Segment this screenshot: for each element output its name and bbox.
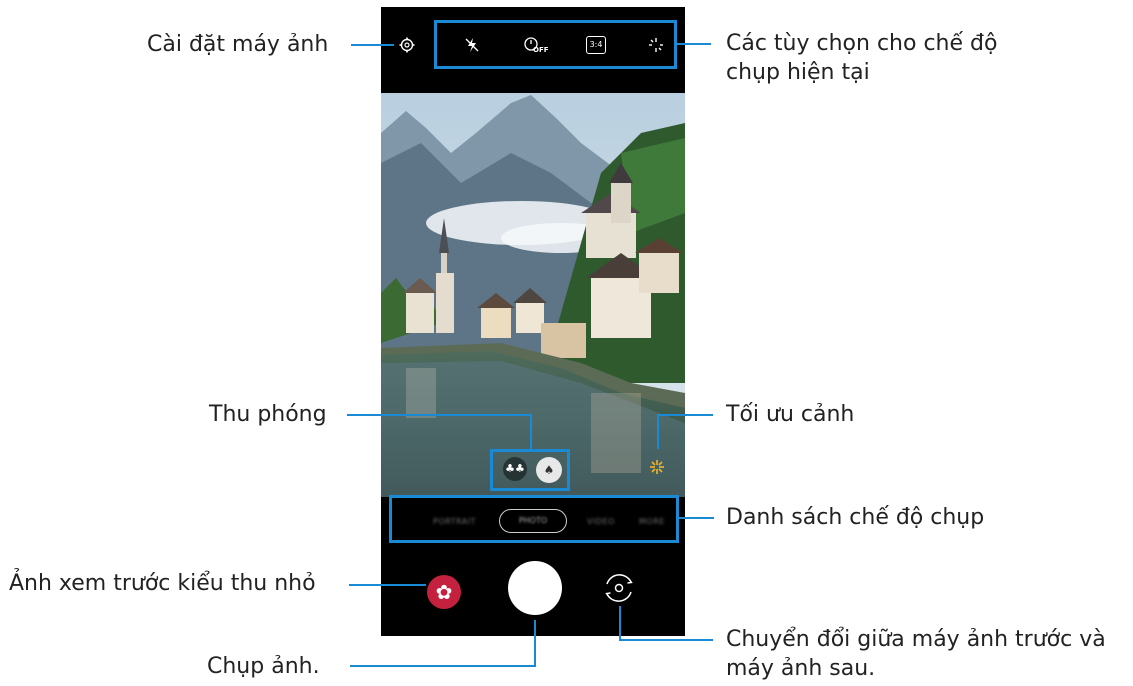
flower-icon: ✿ — [435, 580, 453, 604]
gear-icon[interactable] — [399, 37, 415, 53]
zoom-highlight — [490, 449, 570, 491]
options-callout-line1: Các tùy chọn cho chế độ — [726, 31, 998, 56]
scene-optimizer-icon[interactable] — [650, 459, 664, 474]
options-callout-line — [677, 43, 711, 45]
scene-callout: Tối ưu cảnh — [726, 402, 855, 427]
thumbnail-callout-line — [349, 584, 426, 586]
settings-callout-line — [351, 44, 394, 46]
shutter-button[interactable] — [508, 561, 562, 615]
switch-callout-line2: máy ảnh sau. — [726, 656, 876, 681]
modes-highlight — [389, 495, 679, 543]
modes-callout: Danh sách chế độ chụp — [726, 505, 985, 530]
capture-callout: Chụp ảnh. — [207, 654, 320, 679]
capture-callout-line-v — [534, 620, 536, 666]
options-highlight — [434, 20, 677, 69]
thumbnail-callout: Ảnh xem trước kiểu thu nhỏ — [9, 571, 316, 596]
landscape-photo — [381, 93, 685, 497]
zoom-callout-line-v — [530, 414, 532, 449]
viewfinder[interactable] — [381, 93, 685, 497]
capture-callout-line-h — [350, 665, 536, 667]
switch-callout-line1: Chuyển đổi giữa máy ảnh trước và — [726, 627, 1106, 652]
zoom-callout-line-h — [347, 414, 532, 416]
settings-callout: Cài đặt máy ảnh — [147, 32, 329, 57]
switch-camera-icon[interactable] — [601, 570, 637, 606]
zoom-callout: Thu phóng — [209, 402, 327, 427]
switch-callout-line-v — [619, 606, 621, 640]
switch-callout-line-h — [619, 639, 713, 641]
options-callout-line2: chụp hiện tại — [726, 60, 870, 85]
modes-callout-line — [679, 517, 714, 519]
scene-callout-line-v — [657, 414, 659, 449]
scene-callout-line-h — [658, 414, 713, 416]
gallery-thumbnail[interactable]: ✿ — [427, 575, 461, 609]
